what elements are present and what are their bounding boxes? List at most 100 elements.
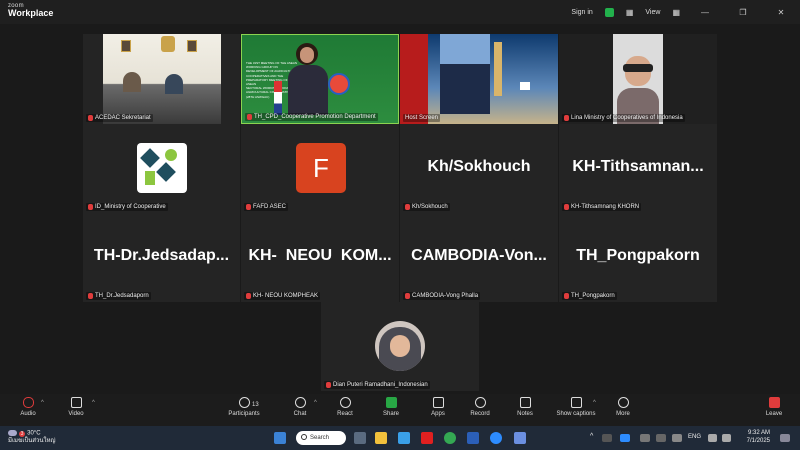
participant-label: TH_CPD_Cooperative Promotion Department (245, 113, 378, 121)
browser-edge-icon[interactable] (398, 432, 410, 444)
participant-video (613, 34, 663, 124)
video-camera-icon (70, 397, 82, 408)
participant-display-name: KH-Tithsamnan... (572, 157, 704, 175)
notepad-icon[interactable] (514, 432, 526, 444)
participant-video (103, 34, 221, 124)
minimize-icon[interactable]: — (692, 8, 718, 17)
weather-cloud-icon (8, 430, 17, 436)
chrome-icon[interactable] (444, 432, 456, 444)
mic-muted-icon (88, 293, 93, 299)
participant-label: TH_Pongpakorn (562, 292, 617, 300)
task-view-icon[interactable] (354, 432, 366, 444)
mic-muted-icon (564, 204, 569, 210)
participant-tile[interactable]: KH-Tithsamnan... KH-Tithsamnang KHORN (559, 124, 717, 213)
view-grid-icon[interactable]: ▦ (672, 8, 680, 17)
clock[interactable]: 9:32 AM 7/1/2025 (747, 430, 770, 445)
youtube-icon[interactable] (421, 432, 433, 444)
sign-in-link[interactable]: Sign in (571, 9, 592, 16)
leave-icon (768, 397, 780, 408)
close-icon[interactable]: ✕ (768, 8, 794, 17)
participant-display-name: CAMBODIA-Von... (411, 246, 547, 264)
apps-button[interactable]: Apps (416, 397, 460, 417)
tray-zoom-icon[interactable] (620, 434, 630, 442)
word-icon[interactable] (467, 432, 479, 444)
chat-bubble-icon (294, 397, 306, 408)
zoom-app-icon[interactable] (490, 432, 502, 444)
participant-tile[interactable]: TH-Dr.Jedsadap... TH_Dr.Jedsadaporn (83, 213, 240, 302)
participant-tile[interactable]: Dian Puteri Ramadhani_Indonesian (321, 302, 479, 391)
meeting-toolbar: Audio ^ Video ^ Participants 13 Chat ^ R… (0, 394, 800, 426)
tray-usb-icon[interactable] (640, 434, 650, 442)
grid-view-icon[interactable]: ▦ (626, 8, 634, 17)
os-taskbar: 3 30°C มีเมฆเป็นส่วนใหญ่ Search ^ ENG 9:… (0, 426, 800, 450)
weather-widget[interactable]: 3 30°C มีเมฆเป็นส่วนใหญ่ (8, 430, 56, 445)
app-name-line2: Workplace (8, 8, 54, 18)
app-logo: zoom Workplace (8, 3, 53, 18)
participant-tile-active[interactable]: THE 31ST MEETING OF THE ASEAN WORKING GR… (241, 34, 399, 124)
record-button[interactable]: Record (458, 397, 502, 417)
participant-avatar (375, 321, 425, 371)
share-button[interactable]: Share (369, 397, 413, 417)
record-icon (474, 397, 486, 408)
apps-grid-icon (432, 397, 444, 408)
participant-label: Kh/Sokhouch (403, 203, 450, 211)
participant-tile[interactable]: CAMBODIA-Von... CAMBODIA-Vong Phalla (400, 213, 558, 302)
participant-label: Host Screen (403, 114, 441, 122)
leave-button[interactable]: Leave (752, 397, 796, 417)
video-gallery: ACEDAC Sekretariat THE 31ST MEETING OF T… (0, 24, 800, 394)
view-menu-button[interactable]: View (645, 9, 660, 16)
mic-muted-icon (88, 115, 93, 121)
tray-battery-icon[interactable] (672, 434, 682, 442)
notifications-icon[interactable] (780, 434, 790, 442)
tray-chevron-icon[interactable]: ^ (590, 433, 593, 440)
participant-video (400, 34, 558, 124)
tray-app-icon[interactable] (602, 434, 612, 442)
participants-icon (238, 397, 250, 408)
participants-count: 13 (252, 402, 259, 408)
avatar-initial: F (296, 143, 346, 193)
participant-tile[interactable]: Host Screen (400, 34, 558, 124)
participant-display-name: KH- NEOU KOM... (248, 246, 392, 264)
participant-video: THE 31ST MEETING OF THE ASEAN WORKING GR… (242, 35, 398, 123)
react-button[interactable]: React (323, 397, 367, 417)
share-screen-icon (385, 397, 397, 408)
windows-start-icon[interactable] (274, 432, 286, 444)
participant-tile[interactable]: F FAFD ASEC (241, 124, 399, 213)
notification-badge: 3 (18, 430, 26, 437)
participant-display-name: TH_Pongpakorn (576, 246, 700, 264)
participant-label: ACEDAC Sekretariat (86, 114, 153, 122)
video-options-chevron-icon[interactable]: ^ (92, 400, 95, 406)
notes-button[interactable]: Notes (503, 397, 547, 417)
file-explorer-icon[interactable] (375, 432, 387, 444)
participant-tile[interactable]: Lina Ministry of Cooperatives of Indones… (559, 34, 717, 124)
participant-label: Dian Puteri Ramadhani_Indonesian (324, 381, 430, 389)
taskbar-search-box[interactable]: Search (296, 431, 346, 445)
title-bar: zoom Workplace Sign in ▦ View ▦ — ❐ ✕ (0, 0, 800, 24)
tray-speaker-icon[interactable] (656, 434, 666, 442)
participants-button[interactable]: Participants (222, 397, 266, 417)
audio-options-chevron-icon[interactable]: ^ (41, 400, 44, 406)
participant-label: CAMBODIA-Vong Phalla (403, 292, 481, 300)
participant-label: ID_Ministry of Cooperative (86, 203, 168, 211)
chat-options-chevron-icon[interactable]: ^ (314, 400, 317, 406)
participant-label: KH-Tithsamnang KHORN (562, 203, 642, 211)
participant-tile[interactable]: Kh/Sokhouch Kh/Sokhouch (400, 124, 558, 213)
ministry-logo-icon (137, 143, 187, 193)
security-shield-icon[interactable] (604, 7, 614, 17)
mic-muted-icon (405, 204, 410, 210)
volume-icon[interactable] (722, 434, 731, 442)
mic-muted-icon (564, 115, 569, 121)
mic-muted-icon (246, 204, 251, 210)
mic-muted-icon (247, 114, 252, 120)
captions-options-chevron-icon[interactable]: ^ (593, 400, 596, 406)
restore-icon[interactable]: ❐ (730, 8, 756, 17)
wifi-icon[interactable] (708, 434, 717, 442)
participant-tile[interactable]: KH- NEOU KOM... KH- NEOU KOMPHEAK (241, 213, 399, 302)
participant-tile[interactable]: ID_Ministry of Cooperative (83, 124, 240, 213)
participant-label: FAFD ASEC (244, 203, 289, 211)
more-button[interactable]: More (601, 397, 645, 417)
participant-tile[interactable]: ACEDAC Sekretariat (83, 34, 240, 124)
participant-tile[interactable]: TH_Pongpakorn TH_Pongpakorn (559, 213, 717, 302)
mic-muted-icon (326, 382, 331, 388)
input-language[interactable]: ENG (688, 434, 701, 440)
